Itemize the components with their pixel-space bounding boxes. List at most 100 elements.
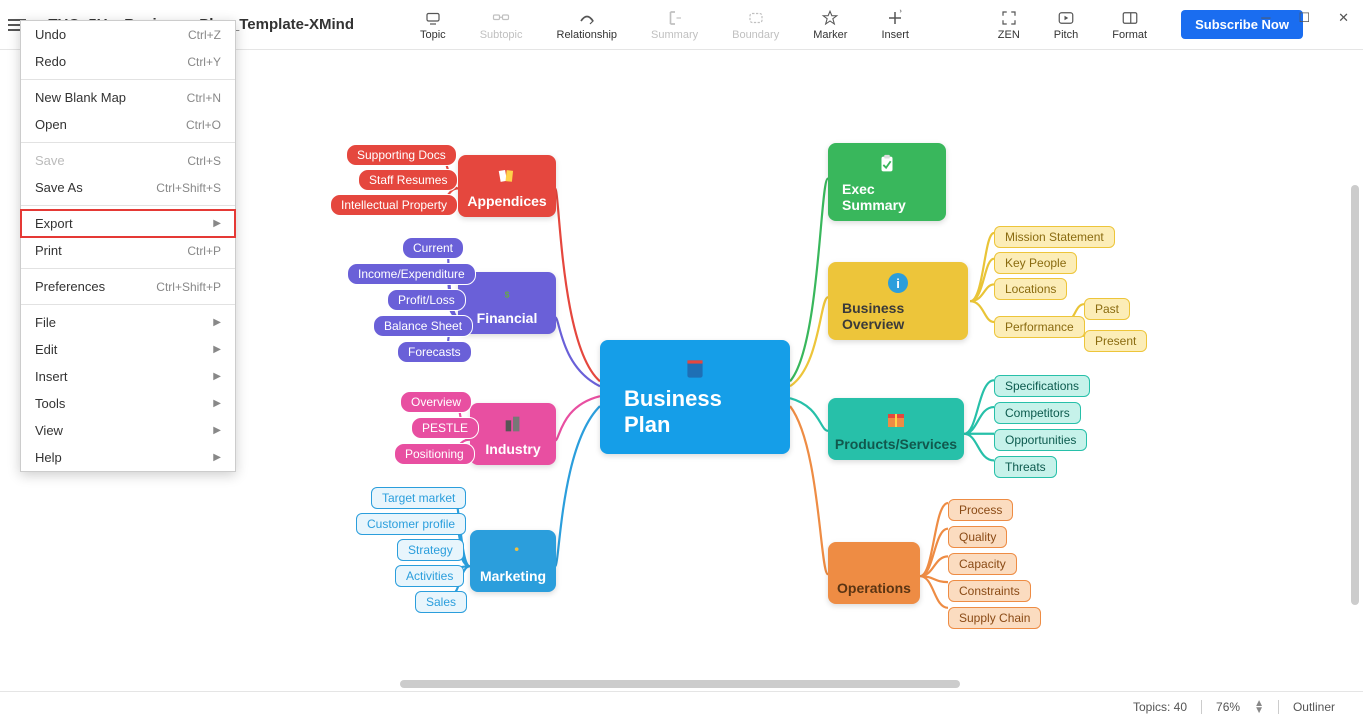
menu-item-file[interactable]: File▶ (21, 309, 235, 336)
leaf[interactable]: Competitors (994, 402, 1081, 424)
tool-summary[interactable]: Summary (651, 9, 698, 41)
leaf[interactable]: Sales (415, 591, 467, 613)
tools-icon (861, 550, 887, 576)
zoom-stepper[interactable]: ▲▼ (1254, 700, 1264, 714)
tool-label: Marker (813, 29, 847, 41)
menu-item-open[interactable]: OpenCtrl+O (21, 111, 235, 138)
node-label: Products/Services (835, 436, 957, 452)
vertical-scrollbar[interactable] (1349, 55, 1361, 677)
tool-zen[interactable]: ZEN (998, 9, 1020, 41)
leaf[interactable]: Overview (400, 391, 472, 413)
node-appendices[interactable]: Appendices (458, 155, 556, 217)
outliner-button[interactable]: Outliner (1293, 700, 1335, 714)
file-menu: UndoCtrl+ZRedoCtrl+Y New Blank MapCtrl+NO… (20, 20, 236, 472)
svg-text:$: $ (505, 291, 510, 300)
clipboard-icon (874, 151, 900, 177)
leaf[interactable]: Quality (948, 526, 1007, 548)
svg-text:i: i (896, 276, 900, 291)
tool-label: Format (1112, 29, 1147, 41)
leaf[interactable]: Strategy (397, 539, 464, 561)
node-label: Operations (837, 580, 911, 596)
leaf[interactable]: Locations (994, 278, 1067, 300)
leaf[interactable]: Supporting Docs (346, 144, 457, 166)
leaf[interactable]: Staff Resumes (358, 169, 458, 191)
leaf[interactable]: Performance (994, 316, 1085, 338)
leaf[interactable]: Constraints (948, 580, 1031, 602)
leaf[interactable]: Customer profile (356, 513, 466, 535)
leaf[interactable]: Forecasts (397, 341, 472, 363)
moneybag-icon: $ (494, 280, 520, 306)
node-label: Business Overview (842, 300, 954, 332)
leaf[interactable]: PESTLE (411, 417, 479, 439)
tool-format[interactable]: Format (1112, 9, 1147, 41)
leaf[interactable]: Mission Statement (994, 226, 1115, 248)
format-icon (1121, 9, 1139, 27)
minimize-button[interactable]: ─ (1261, 10, 1270, 26)
close-button[interactable]: ✕ (1338, 10, 1349, 26)
toolbar-right: ZEN Pitch Format Subscribe Now (998, 0, 1303, 49)
node-label: Appendices (467, 193, 546, 209)
leaf[interactable]: Process (948, 499, 1013, 521)
node-industry[interactable]: Industry (470, 403, 556, 465)
menu-item-help[interactable]: Help▶ (21, 444, 235, 471)
status-bar: Topics: 40 76% ▲▼ Outliner (0, 691, 1363, 721)
tool-label: Insert (881, 29, 909, 41)
leaf[interactable]: Present (1084, 330, 1147, 352)
menu-item-export[interactable]: Export▶ (21, 210, 235, 237)
node-exec-summary[interactable]: Exec Summary (828, 143, 946, 221)
subtopic-icon (492, 9, 510, 27)
tool-boundary[interactable]: Boundary (732, 9, 779, 41)
main-toolbar: Topic Subtopic Relationship Summary Boun… (420, 0, 909, 49)
node-label: Exec Summary (842, 181, 932, 213)
leaf[interactable]: Threats (994, 456, 1057, 478)
menu-item-undo[interactable]: UndoCtrl+Z (21, 21, 235, 48)
leaf[interactable]: Balance Sheet (373, 315, 473, 337)
leaf[interactable]: Specifications (994, 375, 1090, 397)
menu-item-save-as[interactable]: Save AsCtrl+Shift+S (21, 174, 235, 201)
megaphone-icon (500, 538, 526, 564)
node-operations[interactable]: Operations (828, 542, 920, 604)
node-business-overview[interactable]: i Business Overview (828, 262, 968, 340)
tool-topic[interactable]: Topic (420, 9, 446, 41)
tool-label: Topic (420, 29, 446, 41)
leaf[interactable]: Key People (994, 252, 1077, 274)
leaf[interactable]: Income/Expenditure (347, 263, 476, 285)
leaf[interactable]: Supply Chain (948, 607, 1041, 629)
maximize-button[interactable]: ☐ (1298, 10, 1310, 26)
menu-item-edit[interactable]: Edit▶ (21, 336, 235, 363)
menu-item-redo[interactable]: RedoCtrl+Y (21, 48, 235, 75)
tool-label: Pitch (1054, 29, 1078, 41)
menu-item-print[interactable]: PrintCtrl+P (21, 237, 235, 264)
leaf[interactable]: Past (1084, 298, 1130, 320)
leaf[interactable]: Positioning (394, 443, 475, 465)
tool-label: Subtopic (480, 29, 523, 41)
menu-item-save[interactable]: SaveCtrl+S (21, 147, 235, 174)
tool-label: Summary (651, 29, 698, 41)
tool-pitch[interactable]: Pitch (1054, 9, 1078, 41)
topic-icon (424, 9, 442, 27)
folders-icon (494, 163, 520, 189)
summary-icon (666, 9, 684, 27)
tool-marker[interactable]: Marker (813, 9, 847, 41)
leaf[interactable]: Intellectual Property (330, 194, 458, 216)
leaf[interactable]: Profit/Loss (387, 289, 466, 311)
tool-relationship[interactable]: Relationship (557, 9, 618, 41)
zoom-level[interactable]: 76% (1216, 700, 1240, 714)
central-label: Business Plan (624, 386, 766, 438)
node-marketing[interactable]: Marketing (470, 530, 556, 592)
node-products-services[interactable]: Products/Services (828, 398, 964, 460)
tool-subtopic[interactable]: Subtopic (480, 9, 523, 41)
leaf[interactable]: Activities (395, 565, 464, 587)
menu-item-new-blank-map[interactable]: New Blank MapCtrl+N (21, 84, 235, 111)
leaf[interactable]: Target market (371, 487, 466, 509)
menu-item-preferences[interactable]: PreferencesCtrl+Shift+P (21, 273, 235, 300)
central-topic[interactable]: Business Plan (600, 340, 790, 454)
tool-insert[interactable]: Insert (881, 9, 909, 41)
horizontal-scrollbar[interactable] (0, 678, 1347, 690)
menu-item-tools[interactable]: Tools▶ (21, 390, 235, 417)
leaf[interactable]: Current (402, 237, 464, 259)
menu-item-view[interactable]: View▶ (21, 417, 235, 444)
leaf[interactable]: Opportunities (994, 429, 1087, 451)
leaf[interactable]: Capacity (948, 553, 1017, 575)
menu-item-insert[interactable]: Insert▶ (21, 363, 235, 390)
